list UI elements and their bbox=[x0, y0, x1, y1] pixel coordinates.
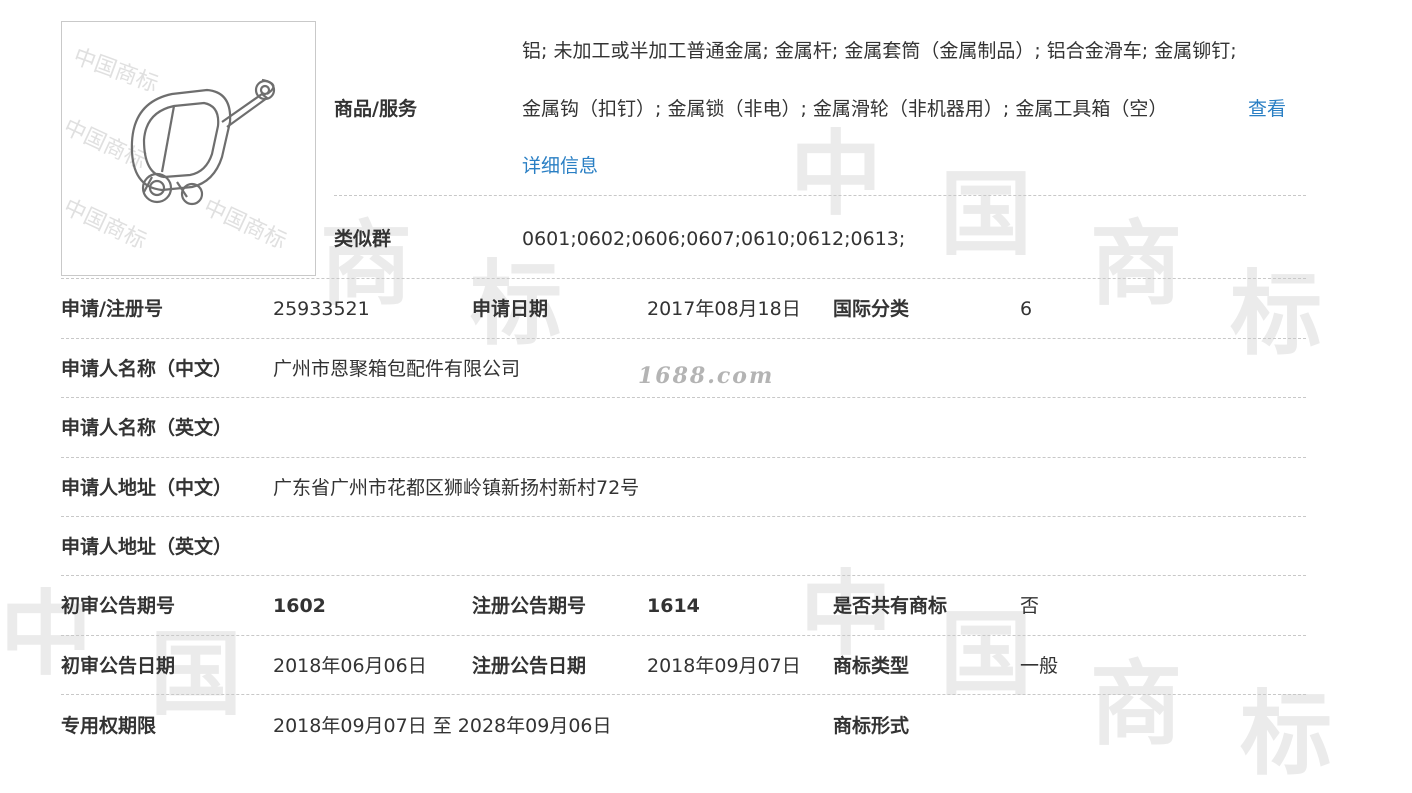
reg-issue-value: 1614 bbox=[647, 595, 700, 617]
view-details-link[interactable]: 查看 bbox=[1248, 97, 1286, 121]
mark-type-value: 一般 bbox=[1020, 655, 1059, 677]
prelim-date-value: 2018年06月06日 bbox=[273, 655, 427, 677]
similar-group-value: 0601;0602;0606;0607;0610;0612;0613; bbox=[522, 228, 906, 250]
goods-text-line1: 铝; 未加工或半加工普通金属; 金属杆; 金属套筒（金属制品）; 铝合金滑车; … bbox=[522, 40, 1237, 62]
divider bbox=[61, 694, 1306, 695]
address-cn-value: 广东省广州市花都区狮岭镇新扬村新村72号 bbox=[273, 477, 640, 499]
exclusive-period-value: 2018年09月07日 至 2028年09月06日 bbox=[273, 715, 612, 737]
shared-value: 否 bbox=[1020, 595, 1040, 617]
prelim-issue-label: 初审公告期号 bbox=[61, 595, 176, 617]
similar-group-label: 类似群 bbox=[334, 228, 392, 250]
address-cn-label: 申请人地址（中文） bbox=[61, 477, 233, 499]
prelim-issue-value: 1602 bbox=[273, 595, 326, 617]
divider bbox=[61, 575, 1306, 576]
divider bbox=[334, 195, 1306, 196]
reg-date-value: 2018年09月07日 bbox=[647, 655, 801, 677]
apply-date-value: 2017年08月18日 bbox=[647, 298, 801, 320]
intl-class-label: 国际分类 bbox=[833, 298, 910, 320]
goods-label: 商品/服务 bbox=[334, 98, 417, 120]
divider bbox=[61, 338, 1306, 339]
goods-text-line2: 金属钩（扣钉）; 金属锁（非电）; 金属滑轮（非机器用）; 金属工具箱（空） bbox=[522, 98, 1168, 120]
reg-date-label: 注册公告日期 bbox=[472, 655, 587, 677]
svg-text:中国商标: 中国商标 bbox=[70, 44, 161, 98]
divider bbox=[61, 397, 1306, 398]
prelim-date-label: 初审公告日期 bbox=[61, 655, 176, 677]
divider bbox=[61, 516, 1306, 517]
exclusive-period-label: 专用权期限 bbox=[61, 715, 157, 737]
shared-label: 是否共有商标 bbox=[833, 595, 948, 617]
reg-no-value: 25933521 bbox=[273, 298, 370, 320]
divider bbox=[61, 278, 1306, 279]
applicant-cn-value: 广州市恩聚箱包配件有限公司 bbox=[273, 358, 521, 380]
view-details-link-cont[interactable]: 详细信息 bbox=[522, 154, 598, 178]
reg-issue-label: 注册公告期号 bbox=[472, 595, 587, 617]
divider bbox=[61, 457, 1306, 458]
mark-type-label: 商标类型 bbox=[833, 655, 910, 677]
svg-text:中国商标: 中国商标 bbox=[199, 195, 289, 255]
applicant-en-label: 申请人名称（英文） bbox=[61, 417, 233, 439]
address-en-label: 申请人地址（英文） bbox=[61, 536, 233, 558]
svg-text:中国商标: 中国商标 bbox=[62, 195, 150, 255]
reg-no-label: 申请/注册号 bbox=[61, 298, 163, 320]
svg-text:中国商标: 中国商标 bbox=[62, 115, 150, 175]
intl-class-value: 6 bbox=[1020, 298, 1033, 320]
luggage-frame-logo: 中国商标 中国商标 中国商标 中国商标 bbox=[59, 44, 289, 255]
apply-date-label: 申请日期 bbox=[472, 298, 549, 320]
applicant-cn-label: 申请人名称（中文） bbox=[61, 358, 233, 380]
trademark-image: 中国商标 中国商标 中国商标 中国商标 bbox=[59, 21, 316, 276]
mark-form-label: 商标形式 bbox=[833, 715, 910, 737]
divider bbox=[61, 635, 1306, 636]
